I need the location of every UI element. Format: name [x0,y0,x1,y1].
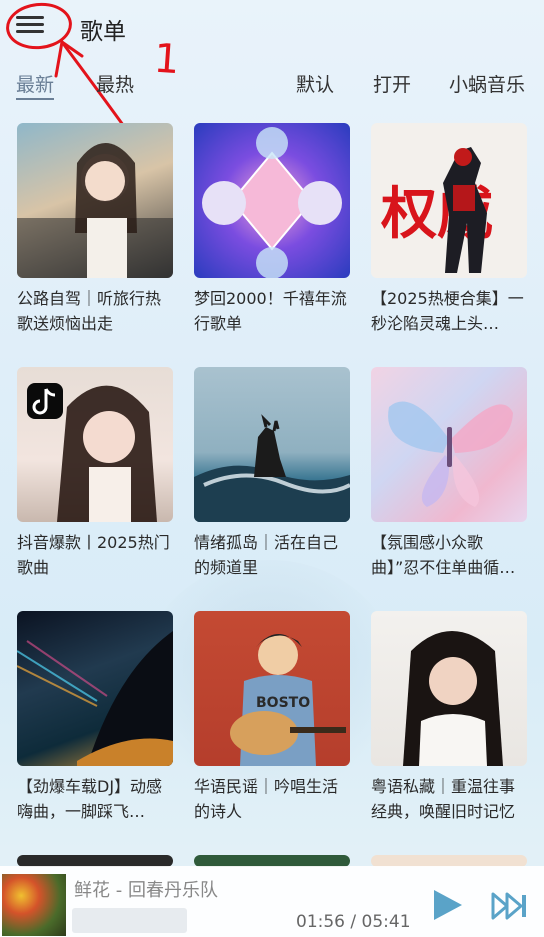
playlist-card[interactable]: 梦回2000！千禧年流行歌单 [194,123,350,336]
playlist-title: 梦回2000！千禧年流行歌单 [194,289,347,333]
active-tab-indicator [16,98,54,100]
playlist-cover [194,367,350,522]
hamburger-menu-icon[interactable] [14,12,46,40]
playlist-title: 公路自驾｜听旅行热歌送烦恼出走 [17,289,162,333]
playback-time: 01:56 / 05:41 [296,912,411,932]
tab-hottest[interactable]: 最热 [96,70,134,97]
playlist-card[interactable]: 抖音爆款丨2025热门歌曲 [17,367,173,580]
playlist-card[interactable]: 权威 【2025热梗合集】一秒沦陷灵魂上头… [371,123,527,336]
now-playing-title: 鲜花 - 回春丹乐队 [74,880,218,901]
playlist-title: 【劲爆车载DJ】动感嗨曲，一脚踩飞… [17,777,163,821]
progress-bar[interactable] [72,908,187,933]
playlist-title: 【氛围感小众歌曲】”忍不住单曲循… [371,533,516,577]
playlist-cover [17,123,173,278]
playlist-cover [371,367,527,522]
cover-text: BOSTO [256,695,310,711]
page-title: 歌单 [80,19,126,45]
tab-snail-music[interactable]: 小蜗音乐 [449,70,525,97]
playlist-title: 粤语私藏｜重温往事经典，唤醒旧时记忆 [371,777,516,821]
top-bar: 歌单 [0,0,544,56]
now-playing-album-art[interactable] [2,874,66,936]
playlist-card[interactable]: 【劲爆车载DJ】动感嗨曲，一脚踩飞… [17,611,173,824]
playlist-card[interactable]: 公路自驾｜听旅行热歌送烦恼出走 [17,123,173,336]
playlist-cover: 权威 [371,123,527,278]
playlist-cover [17,611,173,766]
playlist-title: 【2025热梗合集】一秒沦陷灵魂上头… [371,289,524,333]
playlist-cover: BOSTO [194,611,350,766]
playlist-cover [371,611,527,766]
playlist-title: 情绪孤岛｜活在自己的频道里 [194,533,339,577]
tiktok-logo [27,383,63,419]
skip-next-icon[interactable] [491,892,529,920]
tab-default[interactable]: 默认 [296,70,334,97]
play-icon[interactable] [430,888,464,922]
playlist-card[interactable]: 【氛围感小众歌曲】”忍不住单曲循… [371,367,527,580]
playlist-cover [17,367,173,522]
tab-open[interactable]: 打开 [373,70,411,97]
tab-newest[interactable]: 最新 [16,70,54,97]
mini-player[interactable]: 鲜花 - 回春丹乐队 01:56 / 05:41 [0,866,544,937]
playlist-title: 华语民谣｜吟唱生活的诗人 [194,777,339,821]
playlist-card[interactable]: 粤语私藏｜重温往事经典，唤醒旧时记忆 [371,611,527,824]
tab-bar: 最新 最热 默认 打开 小蜗音乐 [0,68,544,102]
playlist-card[interactable]: BOSTO 华语民谣｜吟唱生活的诗人 [194,611,350,824]
playlist-card[interactable]: 情绪孤岛｜活在自己的频道里 [194,367,350,580]
playlist-title: 抖音爆款丨2025热门歌曲 [17,533,170,577]
playlist-cover [194,123,350,278]
